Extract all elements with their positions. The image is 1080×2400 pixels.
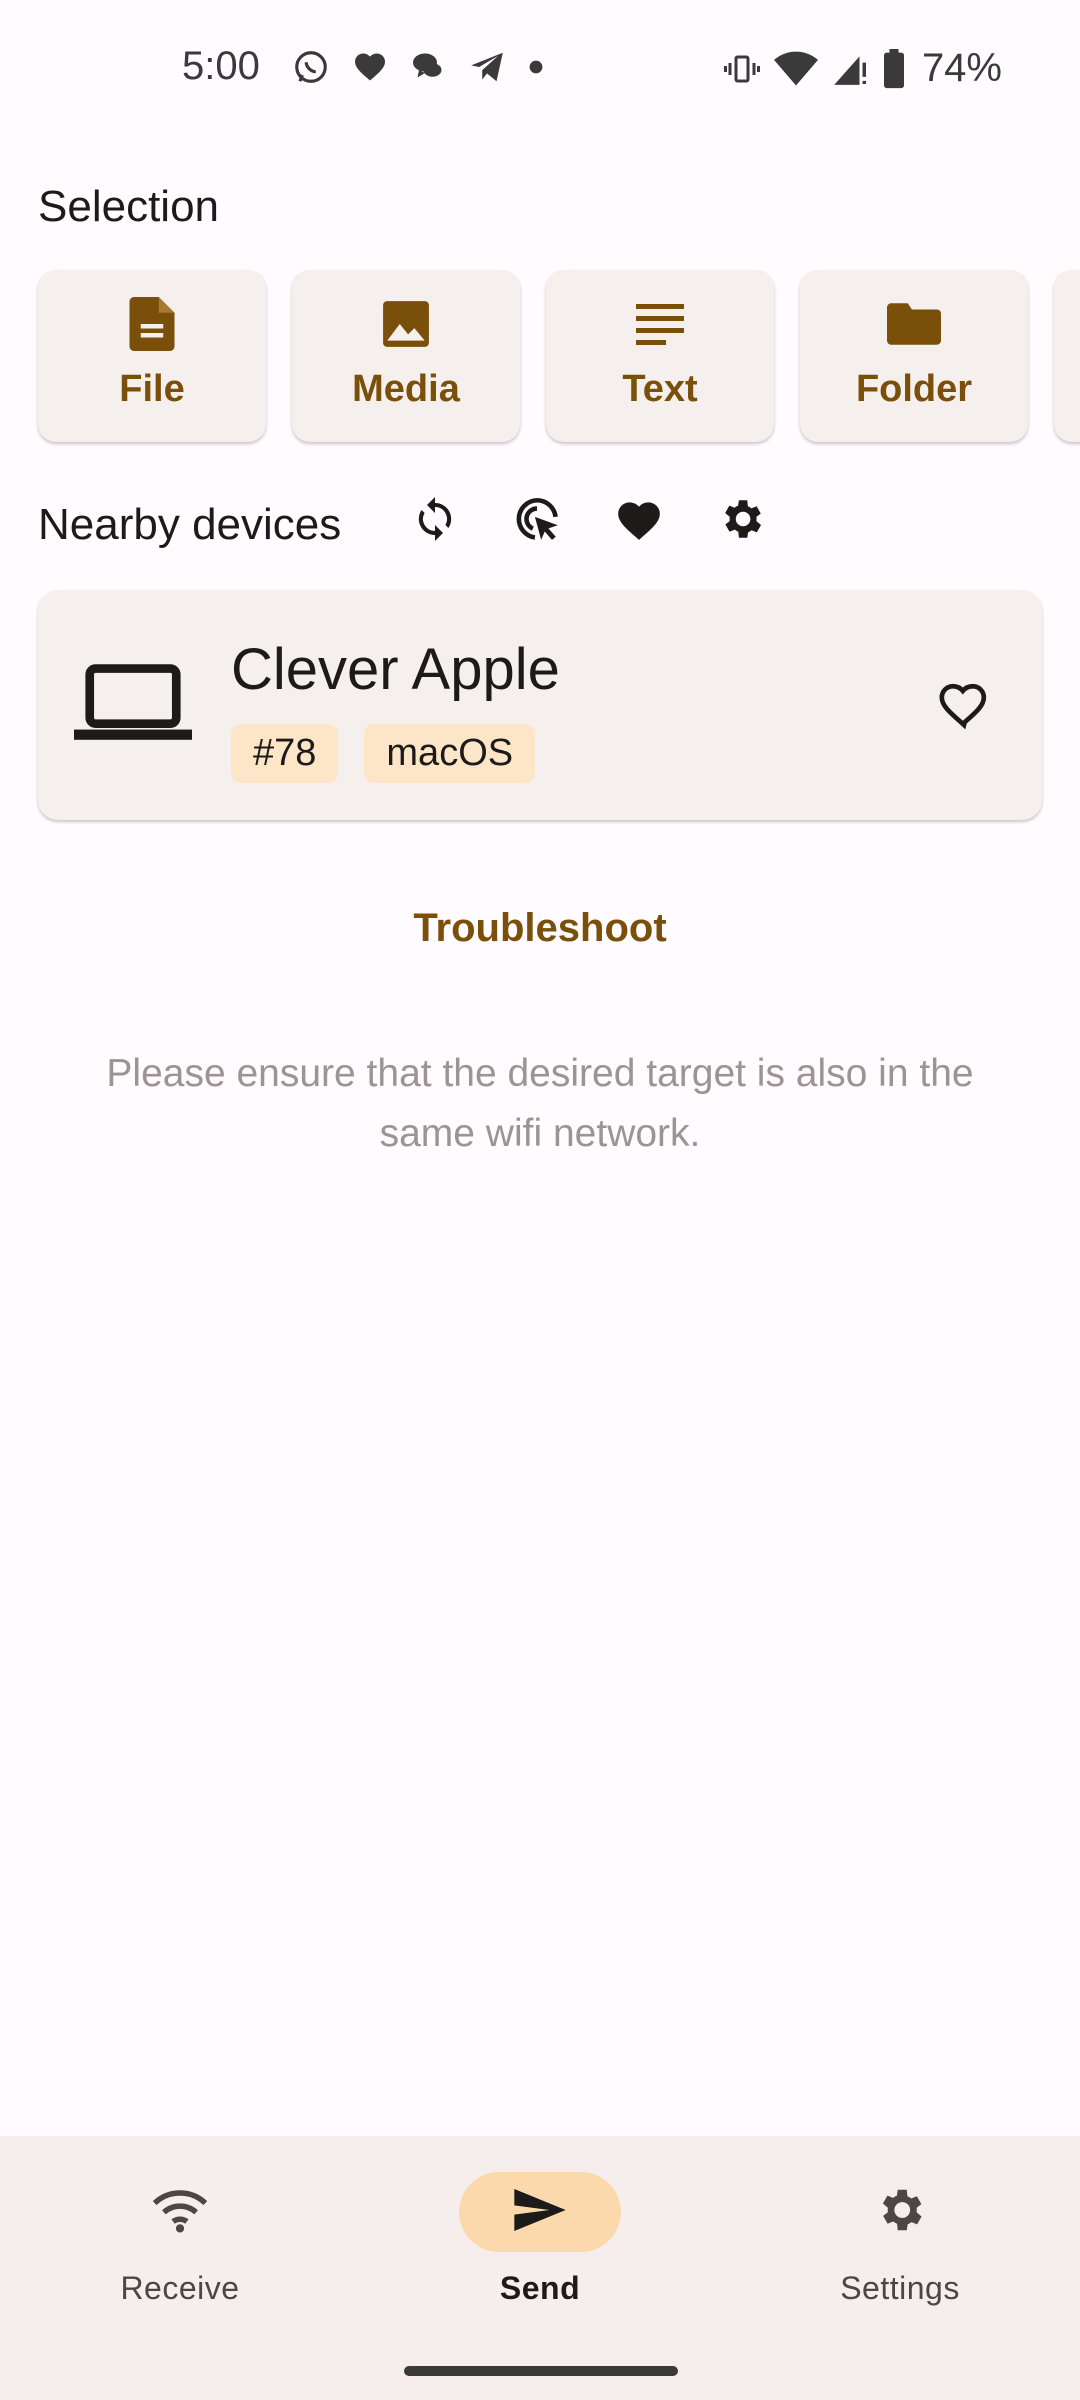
battery-percent: 74% — [921, 46, 1002, 90]
device-id-badge: #78 — [231, 724, 339, 783]
nearby-toolbar — [410, 494, 766, 544]
selection-title: Selection — [38, 182, 220, 231]
settings-icon — [873, 2183, 927, 2242]
selection-options: File Media Text Folder — [38, 270, 1080, 442]
send-icon — [512, 2186, 568, 2239]
device-name: Clever Apple — [231, 637, 560, 702]
whatsapp-icon — [292, 48, 330, 86]
telegram-icon — [468, 48, 506, 86]
settings-pill — [819, 2172, 981, 2252]
folder-icon — [887, 296, 941, 352]
troubleshoot-button[interactable]: Troubleshoot — [0, 906, 1080, 951]
laptop-icon — [74, 662, 192, 751]
dot-icon — [528, 59, 544, 75]
refresh-icon[interactable] — [410, 494, 460, 544]
wifi-hint-text: Please ensure that the desired target is… — [106, 1052, 974, 1155]
favorite-heart-icon[interactable] — [614, 494, 664, 544]
battery-icon — [882, 48, 906, 89]
file-button[interactable]: File — [38, 270, 266, 442]
settings-icon[interactable] — [716, 494, 766, 544]
nav-receive[interactable]: Receive — [50, 2172, 310, 2307]
status-time: 5:00 — [182, 44, 260, 88]
vibrate-icon — [722, 51, 762, 87]
nav-settings-label: Settings — [840, 2270, 960, 2306]
wifi-icon — [773, 50, 818, 88]
text-icon — [636, 296, 684, 352]
image-icon — [381, 296, 431, 352]
favorite-outline-icon[interactable] — [936, 678, 992, 735]
text-label: Text — [622, 368, 698, 410]
folder-button[interactable]: Folder — [800, 270, 1028, 442]
device-card[interactable]: Clever Apple #78 macOS — [38, 590, 1042, 820]
home-indicator[interactable] — [404, 2366, 678, 2376]
signal-icon — [830, 50, 870, 88]
wifi-icon — [152, 2187, 208, 2238]
text-button[interactable]: Text — [546, 270, 774, 442]
device-badges: #78 macOS — [231, 724, 536, 783]
nav-send-label: Send — [499, 2270, 581, 2306]
bottom-navigation: Receive Send Settings — [0, 2136, 1080, 2400]
file-label: File — [119, 368, 185, 410]
folder-label: Folder — [855, 368, 973, 410]
media-label: Media — [352, 368, 460, 410]
receive-pill — [99, 2172, 261, 2252]
heart-icon — [352, 49, 388, 85]
send-pill — [459, 2172, 621, 2252]
chat-bubbles-icon — [410, 49, 446, 85]
nav-settings[interactable]: Settings — [770, 2172, 1030, 2307]
device-os-badge: macOS — [364, 724, 536, 783]
nearby-devices-title: Nearby devices — [38, 500, 342, 549]
notification-icons — [292, 48, 544, 86]
nav-send[interactable]: Send — [410, 2172, 670, 2307]
file-icon — [129, 296, 175, 352]
system-icons: 74% — [722, 46, 1002, 91]
nav-receive-label: Receive — [120, 2270, 240, 2306]
status-bar: 5:00 74% — [0, 0, 1080, 140]
more-selection-card[interactable] — [1054, 270, 1080, 442]
media-button[interactable]: Media — [292, 270, 520, 442]
target-cursor-icon[interactable] — [512, 494, 562, 544]
